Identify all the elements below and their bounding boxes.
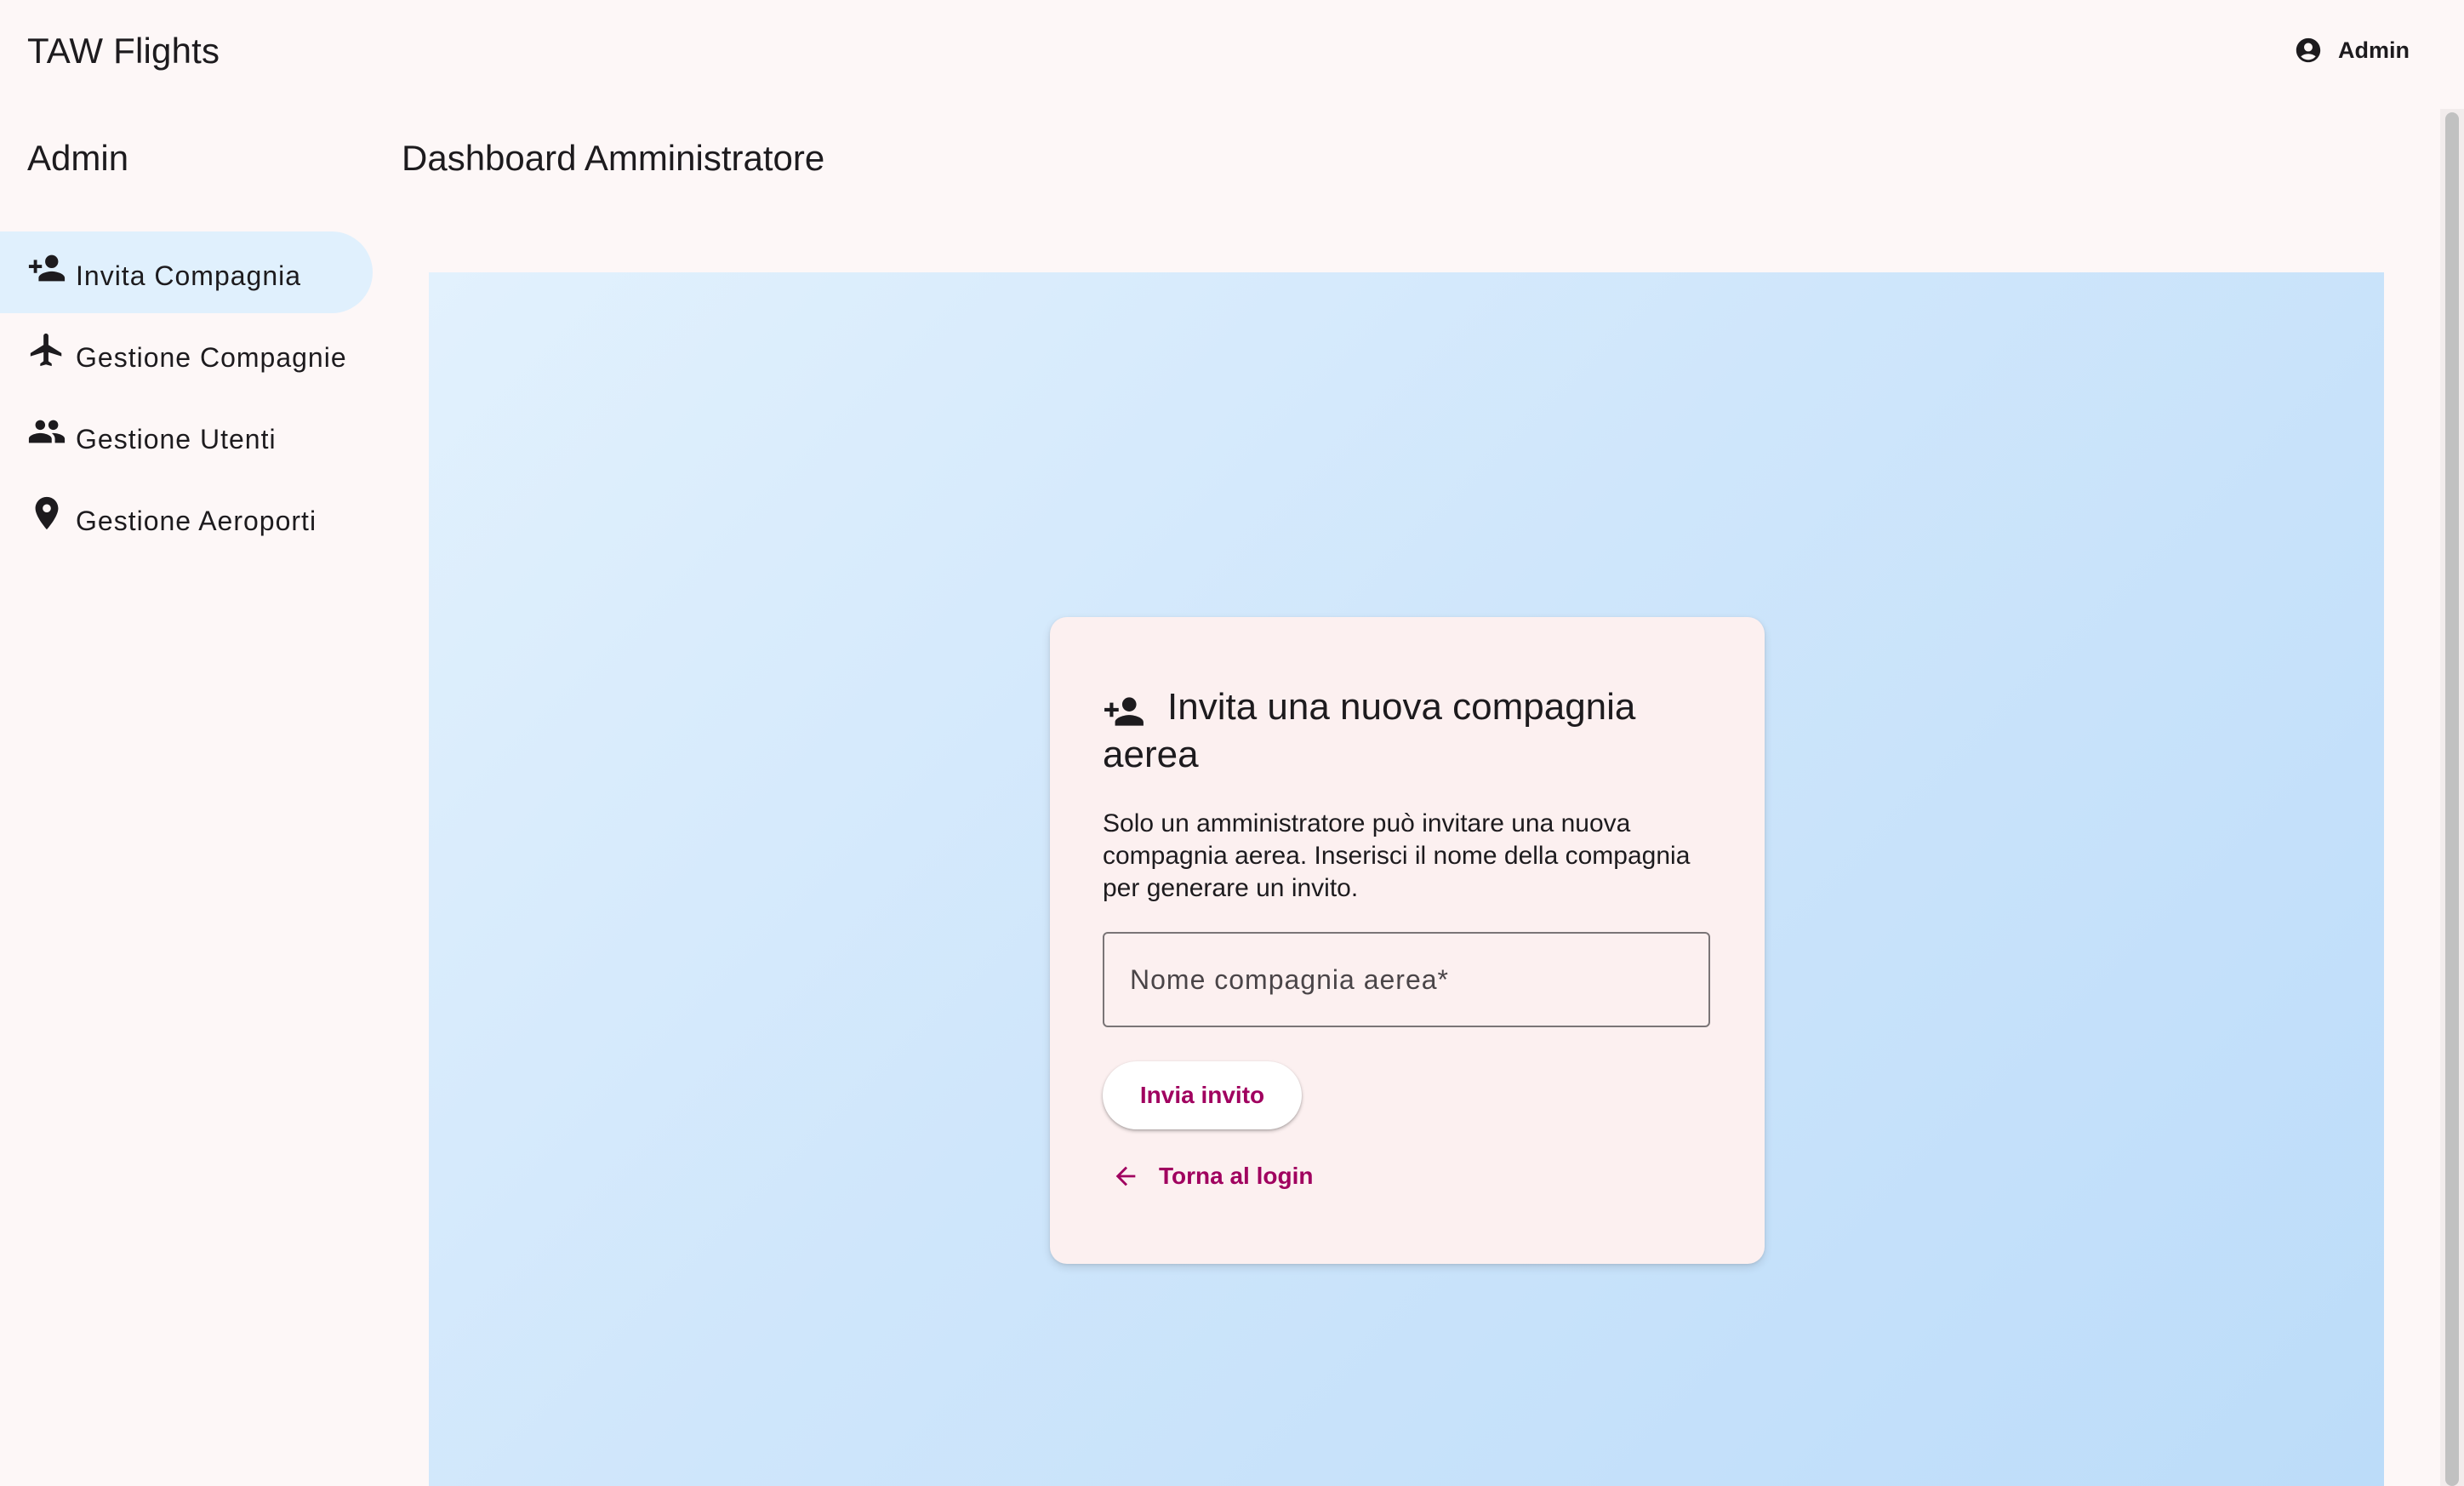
sidebar-item-label: Invita Compagnia [76,260,302,291]
back-to-login-link[interactable]: Torna al login [1111,1162,1313,1191]
back-to-login-label: Torna al login [1159,1163,1314,1189]
sidebar-item-gestione-compagnie[interactable]: Gestione Compagnie [0,313,373,395]
sidebar-item-gestione-utenti[interactable]: Gestione Utenti [0,395,373,477]
arrow-back-icon [1111,1162,1140,1191]
airline-name-input[interactable] [1104,934,1708,1026]
scrollbar-thumb[interactable] [2445,112,2459,1486]
person-add-icon [1104,697,1144,726]
sidebar-title: Admin [27,138,129,178]
sidebar: Admin Invita Compagnia Gestione Compagni… [0,109,379,1486]
sidebar-nav: Invita Compagnia Gestione Compagnie Gest… [0,231,373,558]
airplane-icon [27,330,66,369]
page-title: Dashboard Amministratore [402,138,825,178]
send-invite-button[interactable]: Invia invito [1103,1061,1302,1129]
location-pin-icon [27,494,66,533]
sidebar-item-label: Gestione Aeroporti [76,506,317,536]
sidebar-item-label: Gestione Compagnie [76,342,347,373]
top-app-bar: TAW Flights Admin [0,0,2464,109]
invite-card: Invita una nuova compagnia aerea Solo un… [1050,617,1765,1264]
account-label: Admin [2338,37,2410,63]
card-header: Invita una nuova compagnia aerea [1103,683,1715,779]
app-title: TAW Flights [27,31,220,71]
sidebar-item-label: Gestione Utenti [76,424,277,454]
card-description: Solo un amministratore può invitare una … [1103,809,1691,902]
people-icon [27,412,66,451]
account-circle-icon [2294,36,2323,65]
card-title: Invita una nuova compagnia aerea [1103,686,1636,775]
airline-name-field[interactable] [1103,932,1710,1027]
sidebar-item-invita-compagnia[interactable]: Invita Compagnia [0,231,373,313]
person-add-icon [27,249,66,288]
sidebar-item-gestione-aeroporti[interactable]: Gestione Aeroporti [0,477,373,558]
scrollbar[interactable] [2440,109,2464,1486]
account-button[interactable]: Admin [2294,36,2410,65]
